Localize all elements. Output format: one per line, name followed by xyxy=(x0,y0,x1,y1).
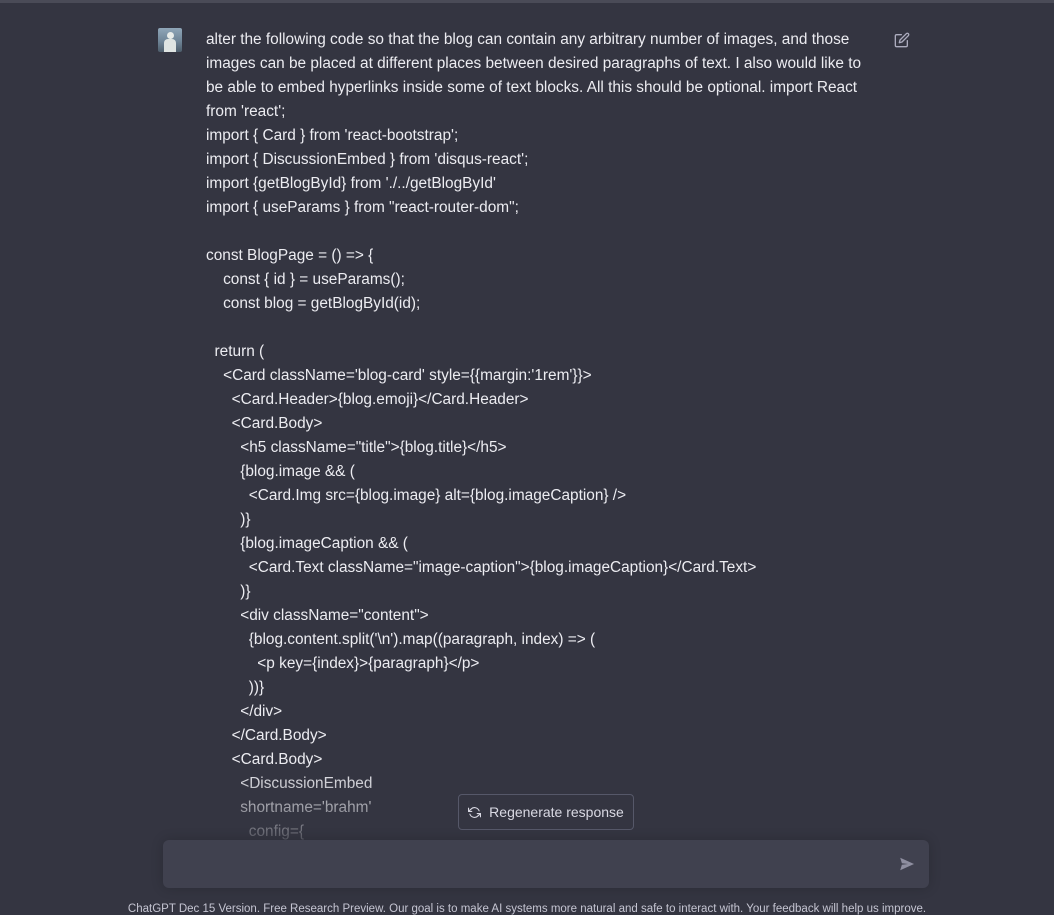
code-line: <Card.Text className="image-caption">{bl… xyxy=(206,559,757,576)
code-line: const blog = getBlogById(id); xyxy=(206,295,421,312)
regenerate-response-button[interactable]: Regenerate response xyxy=(458,794,634,830)
code-line: const BlogPage = () => { xyxy=(206,247,374,264)
code-line: <DiscussionEmbed xyxy=(206,775,373,792)
edit-icon[interactable] xyxy=(894,32,910,48)
code-line: return ( xyxy=(206,343,265,360)
code-line: {blog.content.split('\n').map((paragraph… xyxy=(206,631,596,648)
prompt-input[interactable] xyxy=(175,850,879,880)
top-divider xyxy=(0,0,1054,3)
code-line: <Card.Body> xyxy=(206,751,323,768)
avatar-torso xyxy=(164,39,176,52)
code-line: <Card.Img src={blog.image} alt={blog.ima… xyxy=(206,487,627,504)
code-line: </Card.Body> xyxy=(206,727,327,744)
code-line: )} xyxy=(206,583,251,600)
code-line: const { id } = useParams(); xyxy=(206,271,405,288)
refresh-icon xyxy=(468,806,482,818)
prompt-box xyxy=(163,840,929,888)
code-line: <h5 className="title">{blog.title}</h5> xyxy=(206,439,507,456)
message-prose: alter the following code so that the blo… xyxy=(206,31,862,120)
code-line: import {getBlogById} from './../getBlogB… xyxy=(206,175,496,192)
code-line: <p key={index}>{paragraph}</p> xyxy=(206,655,480,672)
code-line: </div> xyxy=(206,703,283,720)
user-avatar xyxy=(158,28,182,52)
code-line: <Card.Body> xyxy=(206,415,323,432)
chat-page: alter the following code so that the blo… xyxy=(0,0,1054,915)
code-line: {blog.image && ( xyxy=(206,463,355,480)
footer-disclaimer: ChatGPT Dec 15 Version. Free Research Pr… xyxy=(127,903,927,915)
regenerate-response-label: Regenerate response xyxy=(489,804,624,820)
code-line: )} xyxy=(206,511,251,528)
code-line: <Card.Header>{blog.emoji}</Card.Header> xyxy=(206,391,529,408)
avatar-head xyxy=(167,32,174,39)
code-line: <Card className='blog-card' style={{marg… xyxy=(206,367,592,384)
code-line: import { DiscussionEmbed } from 'disqus-… xyxy=(206,151,529,168)
code-line: import { useParams } from "react-router-… xyxy=(206,199,519,216)
code-line: import { Card } from 'react-bootstrap'; xyxy=(206,127,459,144)
code-line: ))} xyxy=(206,679,265,696)
user-message: alter the following code so that the blo… xyxy=(206,28,886,840)
code-line: {blog.imageCaption && ( xyxy=(206,535,408,552)
message-code-block: import { Card } from 'react-bootstrap'; i… xyxy=(206,124,886,840)
code-line: <div className="content"> xyxy=(206,607,429,624)
send-icon[interactable] xyxy=(899,856,915,872)
